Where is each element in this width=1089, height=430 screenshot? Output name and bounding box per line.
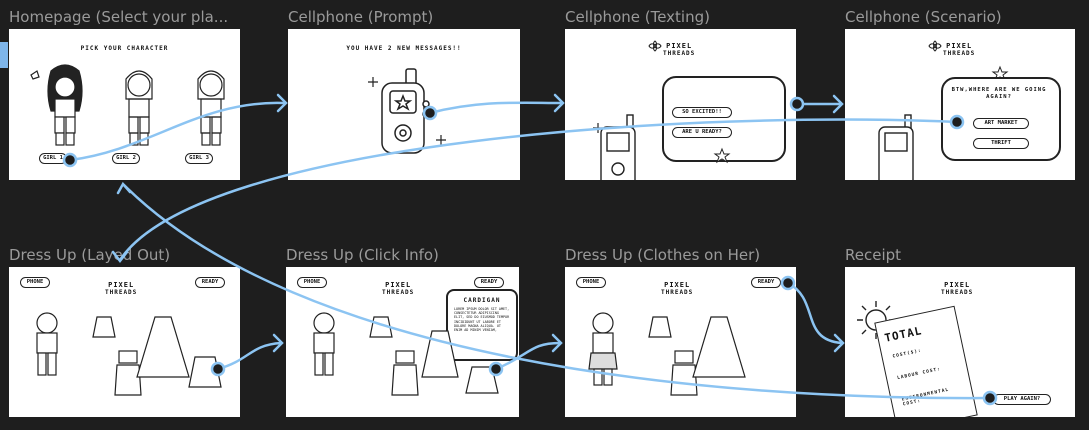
wardrobe-items (313, 312, 499, 396)
flower-icon (648, 40, 662, 52)
girl-2-button[interactable]: GIRL 2 (112, 153, 140, 164)
logo-line-2: THREADS (663, 50, 696, 57)
sparkle-icon (593, 123, 603, 133)
phone-button[interactable]: PHONE (297, 277, 327, 288)
cellphone-icon (381, 68, 430, 154)
logo: PIXEL THREADS (382, 281, 414, 297)
logo-line-1: PIXEL (385, 281, 412, 289)
logo-line-1: PIXEL (664, 281, 691, 289)
arrowhead (272, 333, 284, 353)
frame-title-homepage[interactable]: Homepage (Select your pla... (9, 8, 228, 26)
reply-so-excited[interactable]: SO EXCITED!! (672, 107, 732, 118)
logo-line-2: THREADS (382, 289, 415, 296)
frame-title-texting[interactable]: Cellphone (Texting) (565, 8, 710, 26)
arrowhead (551, 333, 563, 353)
new-messages-text: YOU HAVE 2 NEW MESSAGES!! (346, 45, 462, 52)
logo-line-1: PIXEL (944, 281, 971, 289)
cellphone-icon (878, 114, 914, 180)
receipt-total: TOTAL (883, 324, 924, 345)
logo-line-2: THREADS (661, 289, 694, 296)
pick-character-heading: PICK YOUR CHARACTER (80, 45, 169, 52)
frame-title-clothes[interactable]: Dress Up (Clothes on Her) (565, 246, 760, 264)
scenario-question: BTW,WHERE ARE WE GOING AGAIN? (951, 87, 1047, 100)
receipt-cost: COST($): (892, 348, 923, 360)
arrowhead (116, 181, 132, 195)
frame-receipt[interactable]: PIXEL THREADS TOTAL COST($): LABOUR COST… (845, 267, 1075, 417)
frame-scenario[interactable]: PIXEL THREADS BTW,WHERE ARE WE GOING AGA… (845, 29, 1075, 180)
wire-scenario-to-dressup (118, 118, 959, 262)
option-thrift[interactable]: THRIFT (973, 138, 1029, 149)
sparkle-icon (368, 77, 378, 87)
girl-3-button[interactable]: GIRL 3 (185, 153, 213, 164)
logo-line-1: PIXEL (666, 42, 693, 50)
reply-are-u-ready[interactable]: ARE U READY? (672, 127, 732, 138)
dressed-character (588, 312, 746, 396)
logo-line-2: THREADS (941, 289, 974, 296)
frame-title-layout[interactable]: Dress Up (Layed Out) (9, 246, 170, 264)
frame-texting[interactable]: PIXEL THREADS SO EXCITED!! ARE U READY? (565, 29, 796, 180)
sparkle-icon (436, 135, 446, 145)
ready-button[interactable]: READY (195, 277, 225, 288)
selection-handle[interactable] (0, 42, 8, 68)
phone-button[interactable]: PHONE (20, 277, 50, 288)
frame-title-prompt[interactable]: Cellphone (Prompt) (288, 8, 433, 26)
frame-clothes[interactable]: PHONE READY PIXEL THREADS (565, 267, 796, 417)
character-lineup (30, 64, 225, 146)
ready-button[interactable]: READY (751, 277, 781, 288)
logo: PIXEL THREADS (663, 42, 695, 58)
frame-homepage[interactable]: PICK YOUR CHARACTER GIRL 1 GIRL 2 GIRL 3 (9, 29, 240, 180)
ready-button[interactable]: READY (474, 277, 504, 288)
option-art-market[interactable]: ART MARKET (973, 118, 1029, 129)
flower-icon (928, 40, 942, 52)
receipt-env-cost: ENVIRONMENTAL COST: (901, 387, 950, 408)
logo-line-1: PIXEL (108, 281, 135, 289)
logo-line-1: PIXEL (946, 42, 973, 50)
receipt-labour-cost: LABOUR COST: (896, 366, 942, 382)
frame-title-receipt[interactable]: Receipt (845, 246, 901, 264)
girl-1-button[interactable]: GIRL 1 (39, 153, 67, 164)
frame-prompt[interactable]: YOU HAVE 2 NEW MESSAGES!! (288, 29, 520, 180)
logo: PIXEL THREADS (105, 281, 137, 297)
star-icon (713, 147, 731, 164)
logo: PIXEL THREADS (941, 281, 973, 297)
frame-title-clickinfo[interactable]: Dress Up (Click Info) (286, 246, 439, 264)
frame-title-scenario[interactable]: Cellphone (Scenario) (845, 8, 1002, 26)
frame-layout[interactable]: PHONE READY PIXEL THREADS (9, 267, 240, 417)
play-again-button[interactable]: PLAY AGAIN? (993, 394, 1051, 405)
wire-clothes-to-receipt (786, 281, 844, 345)
item-info-title: CARDIGAN (463, 297, 501, 304)
frame-clickinfo[interactable]: PHONE READY PIXEL THREADS CARDIGAN LOREM… (286, 267, 519, 417)
logo: PIXEL THREADS (661, 281, 693, 297)
phone-button[interactable]: PHONE (576, 277, 606, 288)
arrowhead (553, 93, 565, 113)
logo: PIXEL THREADS (943, 42, 975, 58)
receipt-paper: TOTAL COST($): LABOUR COST: ENVIRONMENTA… (874, 305, 978, 417)
wardrobe-items (36, 312, 222, 396)
arrowhead (832, 94, 844, 114)
arrowhead (276, 93, 288, 113)
logo-line-2: THREADS (105, 289, 138, 296)
logo-line-2: THREADS (943, 50, 976, 57)
arrowhead (833, 333, 845, 353)
